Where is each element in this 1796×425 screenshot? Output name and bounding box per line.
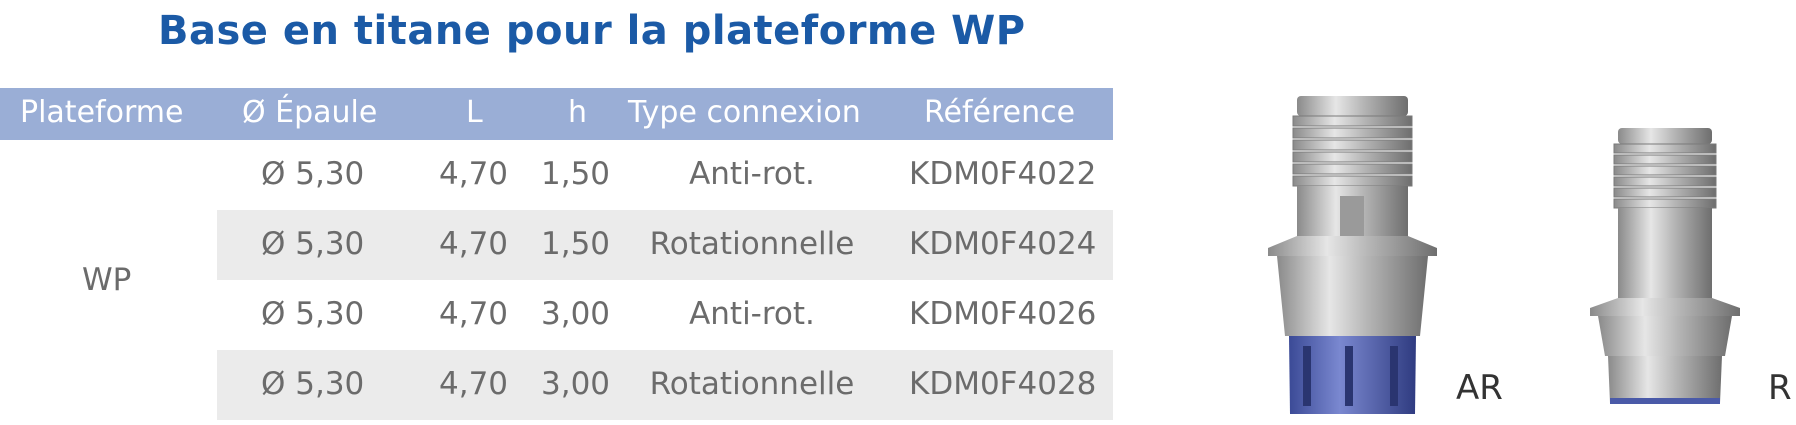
cell-l: 4,70 bbox=[439, 226, 509, 262]
cell-l: 4,70 bbox=[439, 156, 509, 192]
cell-h: 1,50 bbox=[541, 156, 611, 192]
header-plateforme: Plateforme bbox=[20, 95, 184, 130]
cell-h: 3,00 bbox=[541, 366, 611, 402]
label-r: R bbox=[1768, 368, 1792, 408]
cell-type: Anti-rot. bbox=[689, 296, 815, 332]
table-row: Ø 5,30 4,70 1,50 Rotationnelle KDM0F4024 bbox=[217, 210, 1113, 280]
table-header: Plateforme Ø Épaule L h Type connexion R… bbox=[0, 88, 1113, 140]
cell-reference: KDM0F4024 bbox=[909, 226, 1097, 262]
cell-type: Rotationnelle bbox=[649, 226, 855, 262]
cell-type: Anti-rot. bbox=[689, 156, 815, 192]
cell-reference: KDM0F4022 bbox=[909, 156, 1097, 192]
label-ar: AR bbox=[1456, 368, 1503, 408]
cell-epaule: Ø 5,30 bbox=[261, 296, 365, 332]
cell-epaule: Ø 5,30 bbox=[261, 366, 365, 402]
cell-h: 3,00 bbox=[541, 296, 611, 332]
page-title: Base en titane pour la plateforme WP bbox=[158, 8, 1026, 54]
cell-epaule: Ø 5,30 bbox=[261, 226, 365, 262]
abutment-anti-rotational-icon bbox=[1268, 96, 1437, 414]
table-row: Ø 5,30 4,70 1,50 Anti-rot. KDM0F4022 bbox=[217, 140, 1113, 210]
table-row: Ø 5,30 4,70 3,00 Anti-rot. KDM0F4026 bbox=[217, 280, 1113, 350]
cell-h: 1,50 bbox=[541, 226, 611, 262]
table-row: Ø 5,30 4,70 3,00 Rotationnelle KDM0F4028 bbox=[217, 350, 1113, 420]
header-epaule: Ø Épaule bbox=[242, 95, 378, 130]
header-l: L bbox=[466, 95, 483, 130]
header-type-connexion: Type connexion bbox=[628, 95, 861, 130]
cell-reference: KDM0F4028 bbox=[909, 366, 1097, 402]
cell-l: 4,70 bbox=[439, 366, 509, 402]
cell-l: 4,70 bbox=[439, 296, 509, 332]
cell-epaule: Ø 5,30 bbox=[261, 156, 365, 192]
cell-type: Rotationnelle bbox=[649, 366, 855, 402]
platform-label: WP bbox=[82, 262, 132, 298]
header-h: h bbox=[568, 95, 588, 130]
header-reference: Référence bbox=[924, 95, 1076, 130]
abutment-rotational-icon bbox=[1590, 128, 1740, 404]
cell-reference: KDM0F4026 bbox=[909, 296, 1097, 332]
